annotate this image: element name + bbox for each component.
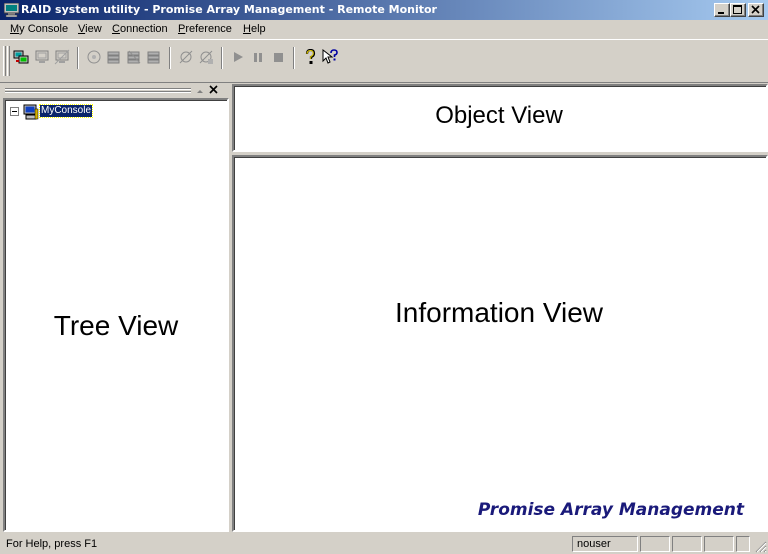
array-create-icon[interactable] bbox=[106, 49, 122, 65]
stop-icon[interactable] bbox=[270, 49, 286, 65]
tree-pane-header[interactable] bbox=[0, 84, 230, 98]
collapse-icon[interactable] bbox=[10, 107, 19, 116]
tree-view[interactable]: MyConsole Tree View bbox=[3, 98, 229, 532]
pane-grip[interactable] bbox=[5, 88, 191, 90]
close-button[interactable] bbox=[748, 3, 764, 17]
app-window: RAID system utility - Promise Array Mana… bbox=[0, 0, 768, 554]
host-icon[interactable] bbox=[34, 49, 50, 65]
brand-logo: Promise Array Management bbox=[477, 500, 744, 520]
status-user-pane: nouser bbox=[572, 536, 638, 552]
pane-grip[interactable] bbox=[5, 91, 191, 93]
toolbar-grip[interactable] bbox=[7, 46, 10, 76]
tree-node-label[interactable]: MyConsole bbox=[38, 104, 94, 118]
menu-view[interactable]: View bbox=[78, 23, 102, 35]
close-icon bbox=[751, 5, 760, 14]
title-bar[interactable]: RAID system utility - Promise Array Mana… bbox=[0, 0, 768, 20]
rebuild-icon[interactable] bbox=[198, 49, 214, 65]
help-icon[interactable] bbox=[302, 49, 318, 65]
status-pane bbox=[736, 536, 750, 552]
object-view-placeholder: Object View bbox=[435, 102, 563, 129]
toolbar-separator bbox=[221, 47, 223, 69]
status-pane bbox=[640, 536, 670, 552]
array-properties-icon[interactable] bbox=[146, 49, 162, 65]
pane-close-icon[interactable] bbox=[209, 85, 218, 94]
array-icon[interactable] bbox=[86, 49, 102, 65]
minimize-button[interactable] bbox=[714, 3, 730, 17]
connect-icon[interactable] bbox=[13, 49, 29, 65]
pause-icon[interactable] bbox=[250, 49, 266, 65]
context-help-icon[interactable] bbox=[322, 49, 338, 65]
array-delete-icon[interactable] bbox=[126, 49, 142, 65]
information-view-placeholder: Information View bbox=[394, 297, 604, 328]
status-user: nouser bbox=[577, 538, 611, 550]
menu-my-console[interactable]: My Console bbox=[10, 23, 68, 35]
object-view[interactable]: Object View bbox=[232, 84, 768, 152]
toolbar-separator bbox=[77, 47, 79, 69]
maximize-button[interactable] bbox=[730, 3, 746, 17]
menu-preference[interactable]: Preference bbox=[178, 23, 232, 35]
status-pane bbox=[672, 536, 702, 552]
menu-bar: My Console View Connection Preference He… bbox=[0, 20, 768, 39]
toolbar-grip[interactable] bbox=[3, 46, 6, 76]
status-pane bbox=[704, 536, 734, 552]
minimize-icon bbox=[718, 12, 724, 14]
status-help-text: For Help, press F1 bbox=[6, 538, 98, 550]
toolbar bbox=[0, 39, 768, 83]
window-title: RAID system utility - Promise Array Mana… bbox=[21, 3, 437, 16]
play-icon[interactable] bbox=[230, 49, 246, 65]
host-disconnect-icon[interactable] bbox=[54, 49, 70, 65]
status-bar: For Help, press F1 nouser bbox=[0, 534, 768, 554]
app-icon[interactable] bbox=[4, 3, 19, 17]
console-icon bbox=[23, 104, 39, 120]
menu-connection[interactable]: Connection bbox=[112, 23, 168, 35]
size-grip-icon[interactable] bbox=[754, 540, 767, 553]
menu-help[interactable]: Help bbox=[243, 23, 266, 35]
maximize-icon bbox=[733, 5, 742, 14]
toolbar-separator bbox=[169, 47, 171, 69]
tree-pane: MyConsole Tree View bbox=[0, 84, 230, 532]
toolbar-separator bbox=[293, 47, 295, 69]
tree-view-placeholder: Tree View bbox=[53, 310, 179, 341]
information-view[interactable]: Information View Promise Array Managemen… bbox=[232, 155, 768, 532]
pane-restore-icon[interactable] bbox=[196, 87, 204, 95]
sync-icon[interactable] bbox=[178, 49, 194, 65]
